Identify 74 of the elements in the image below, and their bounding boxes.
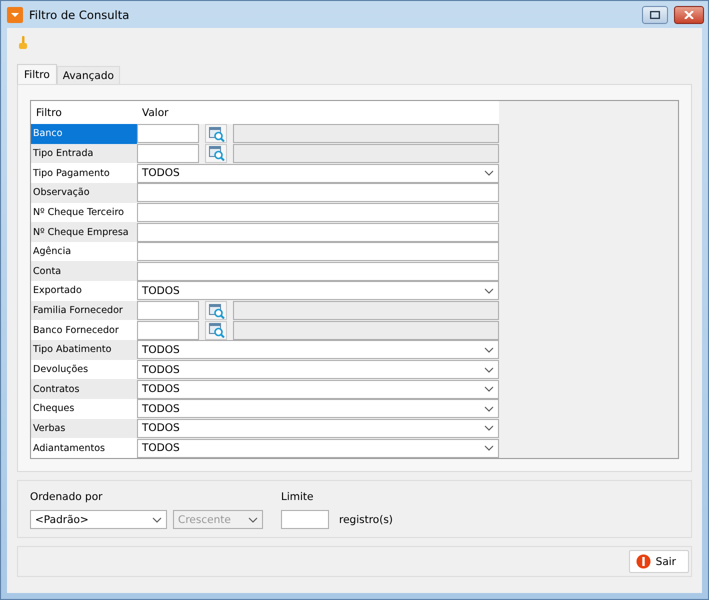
unit-label: registro(s) bbox=[339, 514, 393, 526]
chevron-down-icon bbox=[484, 425, 494, 432]
order-dropdown[interactable]: <Padrão> bbox=[30, 510, 167, 529]
tab[interactable]: Filtro bbox=[17, 64, 57, 84]
filter-label[interactable]: Familia Fornecedor bbox=[31, 300, 137, 320]
chevron-down-icon bbox=[484, 366, 494, 372]
text-field[interactable] bbox=[137, 183, 499, 202]
restore-button[interactable] bbox=[642, 6, 668, 24]
chevron-down-icon bbox=[484, 170, 494, 176]
chevron-down-icon bbox=[484, 288, 494, 294]
pointing-hand-icon[interactable] bbox=[17, 35, 29, 51]
code-field[interactable] bbox=[137, 320, 199, 340]
search-icon bbox=[208, 126, 224, 142]
code-field[interactable] bbox=[137, 301, 199, 320]
lookup-button[interactable] bbox=[205, 144, 227, 163]
close-icon bbox=[684, 10, 694, 18]
text-field[interactable] bbox=[137, 242, 499, 262]
window-title: Filtro de Consulta bbox=[29, 8, 130, 22]
exit-button[interactable]: Sair bbox=[628, 550, 689, 573]
order-label: Ordenado por bbox=[30, 491, 104, 503]
dropdown[interactable]: TODOS bbox=[137, 281, 499, 300]
dropdown[interactable]: TODOS bbox=[137, 340, 499, 360]
filter-label[interactable]: Nº Cheque Empresa bbox=[31, 222, 137, 242]
chevron-down-icon bbox=[248, 516, 258, 522]
app-icon bbox=[7, 6, 23, 22]
dropdown[interactable]: TODOS bbox=[137, 360, 499, 379]
filter-label[interactable]: Verbas bbox=[31, 418, 137, 438]
close-button[interactable] bbox=[674, 6, 704, 24]
description-field[interactable] bbox=[233, 124, 499, 144]
text-field[interactable] bbox=[137, 202, 499, 222]
column-header: Valor bbox=[137, 101, 499, 124]
limit-label: Limite bbox=[281, 491, 314, 503]
search-icon bbox=[208, 145, 224, 162]
filter-label[interactable]: Nº Cheque Terceiro bbox=[31, 202, 137, 222]
filter-label[interactable]: Devoluções bbox=[31, 360, 137, 380]
dropdown[interactable]: TODOS bbox=[137, 380, 499, 399]
lookup-button[interactable] bbox=[205, 124, 227, 144]
dropdown[interactable]: TODOS bbox=[137, 418, 499, 438]
dropdown[interactable]: TODOS bbox=[137, 438, 499, 458]
text-field[interactable] bbox=[137, 262, 499, 281]
filter-label[interactable]: Conta bbox=[31, 261, 137, 282]
search-icon bbox=[208, 302, 224, 319]
filter-label[interactable]: Banco Fornecedor bbox=[31, 320, 137, 340]
restore-icon bbox=[650, 10, 660, 18]
dropdown[interactable]: TODOS bbox=[137, 164, 499, 183]
column-header: Filtro bbox=[31, 101, 137, 124]
exit-icon bbox=[636, 554, 651, 569]
description-field[interactable] bbox=[233, 301, 499, 320]
filter-label[interactable]: Banco bbox=[31, 124, 137, 144]
dropdown[interactable]: TODOS bbox=[137, 399, 499, 418]
filter-label[interactable]: Adiantamentos bbox=[31, 438, 137, 458]
filter-label[interactable]: Observação bbox=[31, 182, 137, 203]
filter-label[interactable]: Tipo Entrada bbox=[31, 144, 137, 164]
lookup-button[interactable] bbox=[205, 301, 227, 320]
filter-label[interactable]: Tipo Pagamento bbox=[31, 163, 137, 183]
chevron-down-icon bbox=[152, 516, 162, 522]
filter-label[interactable]: Cheques bbox=[31, 398, 137, 419]
limit-field[interactable] bbox=[281, 510, 329, 529]
filter-label[interactable]: Agência bbox=[31, 242, 137, 262]
chevron-down-icon bbox=[484, 445, 494, 452]
tab[interactable]: Avançado bbox=[56, 66, 120, 84]
filter-label[interactable]: Contratos bbox=[31, 379, 137, 399]
description-field[interactable] bbox=[233, 144, 499, 163]
chevron-down-icon bbox=[484, 386, 494, 392]
filter-label[interactable]: Tipo Abatimento bbox=[31, 340, 137, 360]
search-icon bbox=[208, 322, 224, 338]
chevron-down-icon bbox=[484, 346, 494, 353]
text-field[interactable] bbox=[137, 222, 499, 242]
code-field[interactable] bbox=[137, 124, 199, 144]
chevron-down-icon bbox=[484, 406, 494, 412]
lookup-button[interactable] bbox=[205, 320, 227, 340]
filter-label[interactable]: Exportado bbox=[31, 281, 137, 301]
description-field[interactable] bbox=[233, 320, 499, 340]
code-field[interactable] bbox=[137, 144, 199, 163]
